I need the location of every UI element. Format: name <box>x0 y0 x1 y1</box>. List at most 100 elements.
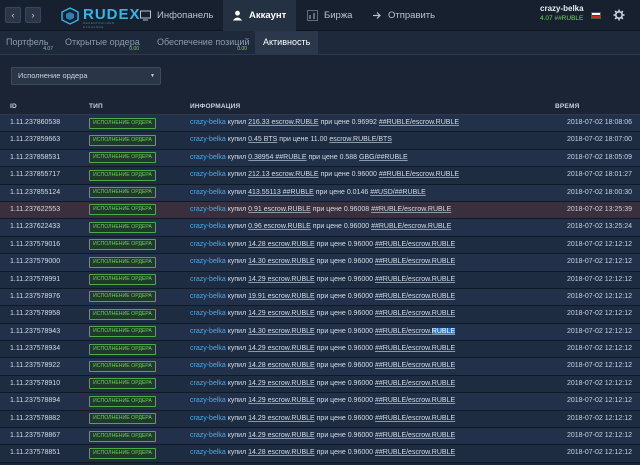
operation-id[interactable]: 1.11.237860538 <box>10 119 60 126</box>
rudex-logo[interactable]: RUDEX DECENTRALIZED EXCHANGE <box>60 5 140 29</box>
account-link[interactable]: crazy-belka <box>190 206 226 213</box>
amount-link[interactable]: 0.45 BTS <box>248 136 277 143</box>
table-row[interactable]: 1.11.237579000 ИСПОЛНЕНИЕ ОРДЕРА crazy-bel… <box>0 254 640 272</box>
amount-link[interactable]: 14.29 escrow.RUBLE <box>248 415 315 422</box>
amount-link[interactable]: 14.28 escrow.RUBLE <box>248 241 315 248</box>
table-row[interactable]: 1.11.237578958 ИСПОЛНЕНИЕ ОРДЕРА crazy-bel… <box>0 306 640 324</box>
amount-link[interactable]: 0.38954 ##RUBLE <box>248 154 306 161</box>
amount-link[interactable]: 14.30 escrow.RUBLE <box>248 328 315 335</box>
account-link[interactable]: crazy-belka <box>190 241 226 248</box>
amount-link[interactable]: 19.91 escrow.RUBLE <box>248 293 315 300</box>
column-header-type[interactable]: ТИП <box>89 103 103 110</box>
account-link[interactable]: crazy-belka <box>190 449 226 456</box>
column-header-id[interactable]: ID <box>10 103 17 110</box>
account-link[interactable]: crazy-belka <box>190 397 226 404</box>
account-link[interactable]: crazy-belka <box>190 119 226 126</box>
table-row[interactable]: 1.11.237578894 ИСПОЛНЕНИЕ ОРДЕРА crazy-bel… <box>0 393 640 411</box>
asset-pair-link[interactable]: ##RUBLE/escrow.RUBLE <box>375 327 456 335</box>
operation-id[interactable]: 1.11.237579016 <box>10 241 60 248</box>
asset-pair-link[interactable]: ##RUBLE/escrow.RUBLE <box>375 241 455 248</box>
nav-tab-send[interactable]: Отправить <box>362 0 442 31</box>
account-link[interactable]: crazy-belka <box>190 380 226 387</box>
operation-id[interactable]: 1.11.237578867 <box>10 432 60 439</box>
amount-link[interactable]: 216.33 escrow.RUBLE <box>248 119 318 126</box>
amount-link[interactable]: 14.29 escrow.RUBLE <box>248 310 315 317</box>
settings-gear-icon[interactable] <box>613 9 625 21</box>
asset-pair-link[interactable]: ##RUBLE/escrow.RUBLE <box>375 310 455 317</box>
nav-tab-exchange[interactable]: Биржа <box>298 0 356 31</box>
asset-pair-link[interactable]: ##RUBLE/escrow.RUBLE <box>371 223 451 230</box>
account-link[interactable]: crazy-belka <box>190 258 226 265</box>
subtab-collateral-positions[interactable]: Обеспечение позиций 0.00 <box>151 31 251 55</box>
account-link[interactable]: crazy-belka <box>190 362 226 369</box>
operation-id[interactable]: 1.11.237579000 <box>10 258 60 265</box>
column-header-info[interactable]: ИНФОРМАЦИЯ <box>190 103 240 110</box>
table-row[interactable]: 1.11.237578943 ИСПОЛНЕНИЕ ОРДЕРА crazy-bel… <box>0 323 640 342</box>
activity-type-filter[interactable]: Исполнение ордера ▼ <box>11 67 161 85</box>
operation-id[interactable]: 1.11.237622433 <box>10 223 60 230</box>
operation-id[interactable]: 1.11.237855124 <box>10 189 60 196</box>
asset-pair-link[interactable]: GBG/##RUBLE <box>359 154 408 161</box>
table-row[interactable]: 1.11.237578922 ИСПОЛНЕНИЕ ОРДЕРА crazy-bel… <box>0 358 640 376</box>
asset-pair-link[interactable]: ##RUBLE/escrow.RUBLE <box>375 276 455 283</box>
table-row[interactable]: 1.11.237578867 ИСПОЛНЕНИЕ ОРДЕРА crazy-bel… <box>0 428 640 446</box>
subtab-portfolio[interactable]: Портфель 4.07 <box>0 31 57 55</box>
amount-link[interactable]: 14.29 escrow.RUBLE <box>248 380 315 387</box>
forward-button[interactable]: › <box>25 7 41 23</box>
operation-id[interactable]: 1.11.237578934 <box>10 345 60 352</box>
subtab-activity[interactable]: Активность <box>255 31 318 55</box>
asset-pair-link[interactable]: ##RUBLE/escrow.RUBLE <box>375 258 455 265</box>
column-header-time[interactable]: ВРЕМЯ <box>555 103 579 110</box>
amount-link[interactable]: 14.29 escrow.RUBLE <box>248 397 315 404</box>
asset-pair-link[interactable]: ##RUBLE/escrow.RUBLE <box>375 415 455 422</box>
table-row[interactable]: 1.11.237578882 ИСПОЛНЕНИЕ ОРДЕРА crazy-bel… <box>0 410 640 429</box>
amount-link[interactable]: 14.28 escrow.RUBLE <box>248 362 315 369</box>
amount-link[interactable]: 413.55113 ##RUBLE <box>248 189 314 196</box>
operation-id[interactable]: 1.11.237578943 <box>10 328 60 335</box>
account-link[interactable]: crazy-belka <box>190 415 226 422</box>
nav-tab-account[interactable]: Аккаунт <box>223 0 296 31</box>
account-link[interactable]: crazy-belka <box>190 223 226 230</box>
account-link[interactable]: crazy-belka <box>190 154 226 161</box>
account-link[interactable]: crazy-belka <box>190 328 226 335</box>
account-link[interactable]: crazy-belka <box>190 293 226 300</box>
operation-id[interactable]: 1.11.237578991 <box>10 276 60 283</box>
asset-pair-link[interactable]: ##RUBLE/escrow.RUBLE <box>375 449 455 456</box>
table-row[interactable]: 1.11.237578934 ИСПОЛНЕНИЕ ОРДЕРА crazy-bel… <box>0 341 640 359</box>
amount-link[interactable]: 0.96 escrow.RUBLE <box>248 223 311 230</box>
asset-pair-link[interactable]: ##RUBLE/escrow.RUBLE <box>375 380 455 387</box>
operation-id[interactable]: 1.11.237622553 <box>10 206 60 213</box>
asset-pair-link[interactable]: ##RUBLE/escrow.RUBLE <box>375 345 455 352</box>
asset-pair-link[interactable]: ##RUBLE/escrow.RUBLE <box>371 206 451 213</box>
amount-link[interactable]: 14.30 escrow.RUBLE <box>248 258 315 265</box>
amount-link[interactable]: 14.28 escrow.RUBLE <box>248 449 315 456</box>
operation-id[interactable]: 1.11.237578894 <box>10 397 60 404</box>
back-button[interactable]: ‹ <box>5 7 21 23</box>
nav-tab-dashboard[interactable]: Инфопанель <box>131 0 216 31</box>
operation-id[interactable]: 1.11.237578976 <box>10 293 60 300</box>
subtab-open-orders[interactable]: Открытые ордера 0.00 <box>59 31 143 55</box>
table-row[interactable]: 1.11.237579016 ИСПОЛНЕНИЕ ОРДЕРА crazy-bel… <box>0 236 640 255</box>
account-menu[interactable]: crazy-belka 4.07 ##RUBLE <box>540 4 584 22</box>
operation-id[interactable]: 1.11.237858531 <box>10 154 60 161</box>
asset-pair-link[interactable]: ##USD/##RUBLE <box>370 189 426 196</box>
amount-link[interactable]: 0.91 escrow.RUBLE <box>248 206 311 213</box>
amount-link[interactable]: 14.29 escrow.RUBLE <box>248 432 315 439</box>
asset-pair-link[interactable]: escrow.RUBLE/BTS <box>329 136 392 143</box>
operation-id[interactable]: 1.11.237578922 <box>10 362 60 369</box>
russian-flag-icon[interactable] <box>591 12 601 19</box>
table-row[interactable]: 1.11.237855717 ИСПОЛНЕНИЕ ОРДЕРА crazy-bel… <box>0 167 640 185</box>
operation-id[interactable]: 1.11.237855717 <box>10 171 60 178</box>
asset-pair-link[interactable]: ##RUBLE/escrow.RUBLE <box>379 119 459 126</box>
table-row[interactable]: 1.11.237622553 ИСПОЛНЕНИЕ ОРДЕРА crazy-bel… <box>0 201 640 220</box>
table-row[interactable]: 1.11.237855124 ИСПОЛНЕНИЕ ОРДЕРА crazy-bel… <box>0 184 640 202</box>
asset-pair-link[interactable]: ##RUBLE/escrow.RUBLE <box>375 362 455 369</box>
table-row[interactable]: 1.11.237578910 ИСПОЛНЕНИЕ ОРДЕРА crazy-bel… <box>0 375 640 394</box>
amount-link[interactable]: 14.29 escrow.RUBLE <box>248 276 315 283</box>
table-row[interactable]: 1.11.237859663 ИСПОЛНЕНИЕ ОРДЕРА crazy-bel… <box>0 132 640 150</box>
account-link[interactable]: crazy-belka <box>190 310 226 317</box>
amount-link[interactable]: 212.13 escrow.RUBLE <box>248 171 318 178</box>
account-link[interactable]: crazy-belka <box>190 189 226 196</box>
asset-pair-link[interactable]: ##RUBLE/escrow.RUBLE <box>375 293 455 300</box>
table-row[interactable]: 1.11.237578851 ИСПОЛНЕНИЕ ОРДЕРА crazy-bel… <box>0 445 640 463</box>
